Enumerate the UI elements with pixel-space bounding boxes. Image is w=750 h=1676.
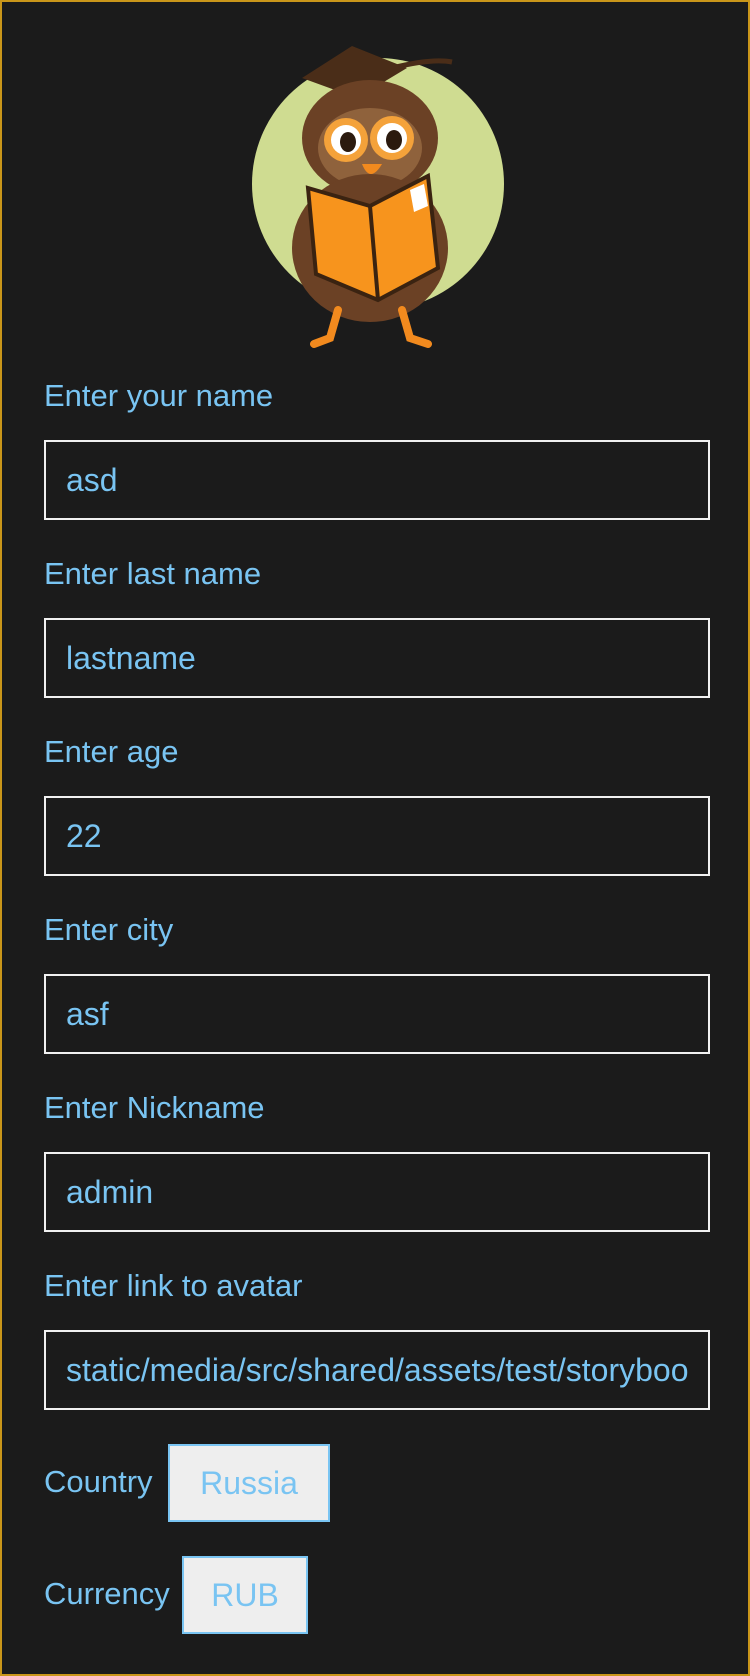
- currency-select[interactable]: RUB: [182, 1556, 308, 1634]
- nickname-label: Enter Nickname: [44, 1090, 265, 1125]
- avatar-link-label: Enter link to avatar: [44, 1268, 303, 1303]
- city-label: Enter city: [44, 912, 174, 947]
- country-select[interactable]: Russia: [168, 1444, 330, 1522]
- last-name-input[interactable]: [44, 618, 710, 698]
- country-label: Country: [44, 1464, 153, 1499]
- age-input[interactable]: [44, 796, 710, 876]
- owl-avatar-icon: [252, 46, 504, 348]
- city-input[interactable]: [44, 974, 710, 1054]
- nickname-input[interactable]: [44, 1152, 710, 1232]
- last-name-label: Enter last name: [44, 556, 262, 591]
- name-label: Enter your name: [44, 378, 274, 413]
- profile-card: Enter your name Enter last name Enter ag…: [0, 0, 750, 1676]
- age-label: Enter age: [44, 734, 179, 769]
- currency-label: Currency: [44, 1576, 170, 1611]
- avatar-link-input[interactable]: [44, 1330, 710, 1410]
- name-input[interactable]: [44, 440, 710, 520]
